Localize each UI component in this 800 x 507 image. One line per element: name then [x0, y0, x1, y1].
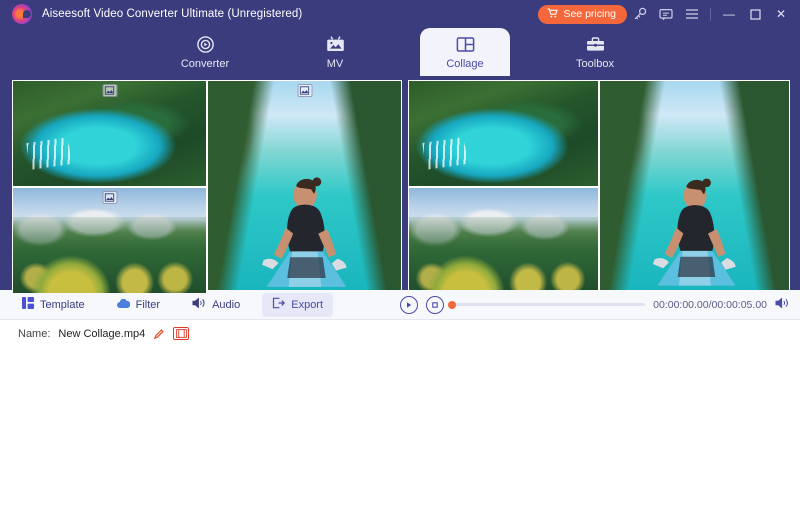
preview-lagoon-cell	[409, 81, 598, 186]
tool-tab-filter-label: Filter	[136, 299, 160, 311]
titlebar-controls: See pricing —	[538, 0, 800, 28]
close-button[interactable]: ✕	[768, 0, 794, 28]
cliffs-boat-cell[interactable]	[208, 81, 401, 293]
filter-icon	[117, 298, 130, 312]
tool-tab-export[interactable]: Export	[262, 293, 333, 317]
playhead-marker[interactable]	[448, 301, 456, 309]
hamburger-menu-icon[interactable]	[679, 0, 705, 28]
preview-cell-grid	[408, 80, 790, 294]
pencil-edit-icon[interactable]	[153, 328, 165, 340]
collage-workspace	[0, 76, 800, 290]
export-panel: Name: New Collage.mp4 Format: MP4	[0, 320, 800, 507]
preview-lagoon-image	[409, 81, 598, 186]
collage-icon	[455, 34, 476, 55]
name-label: Name:	[18, 328, 50, 340]
maximize-button[interactable]	[742, 0, 768, 28]
stop-button[interactable]	[426, 296, 444, 314]
tab-collage-label: Collage	[446, 58, 483, 70]
collage-preview	[408, 80, 790, 294]
main-nav: Converter MV Collage	[0, 28, 800, 76]
see-pricing-label: See pricing	[563, 8, 616, 20]
output-name-row: Name: New Collage.mp4	[0, 320, 800, 345]
preview-hills-image	[409, 188, 598, 293]
play-button[interactable]	[400, 296, 418, 314]
lagoon-cell[interactable]	[13, 81, 206, 186]
film-strip-icon[interactable]	[173, 327, 189, 340]
cart-icon	[547, 8, 558, 21]
preview-hills-cell	[409, 188, 598, 293]
tab-collage[interactable]: Collage	[420, 28, 510, 76]
feedback-icon[interactable]	[653, 0, 679, 28]
minimize-button[interactable]: —	[716, 0, 742, 28]
timeline-scrubber[interactable]	[452, 303, 645, 306]
preview-boat-image	[600, 81, 789, 293]
titlebar-divider	[710, 8, 711, 21]
name-value: New Collage.mp4	[58, 328, 145, 340]
editor-cell-grid	[12, 80, 402, 294]
replace-image-icon[interactable]	[297, 84, 312, 97]
tool-tab-audio[interactable]: Audio	[182, 293, 250, 317]
title-bar: Aiseesoft Video Converter Ultimate (Unre…	[0, 0, 800, 28]
boat-image	[208, 81, 401, 293]
app-title: Aiseesoft Video Converter Ultimate (Unre…	[42, 8, 302, 20]
converter-icon	[195, 34, 216, 55]
see-pricing-button[interactable]: See pricing	[538, 5, 627, 24]
tab-toolbox-label: Toolbox	[576, 58, 614, 70]
replace-image-icon[interactable]	[102, 191, 117, 204]
tool-tab-template-label: Template	[40, 299, 85, 311]
tool-tab-filter[interactable]: Filter	[107, 293, 170, 317]
chocolate-hills-cell[interactable]	[13, 188, 206, 293]
template-icon	[22, 297, 34, 312]
tab-mv[interactable]: MV	[290, 28, 380, 76]
editor-toolbar: Template Filter Audio	[0, 290, 800, 320]
tab-converter[interactable]: Converter	[160, 28, 250, 76]
preview-boat-cell	[600, 81, 789, 293]
boat-figure	[260, 162, 349, 293]
audio-icon	[192, 297, 206, 312]
tool-tab-audio-label: Audio	[212, 299, 240, 311]
replace-image-icon[interactable]	[102, 84, 117, 97]
timecode-display: 00:00:00.00/00:00:05.00	[653, 299, 767, 311]
export-icon	[272, 297, 285, 312]
tool-tab-template[interactable]: Template	[12, 293, 95, 317]
tab-mv-label: MV	[327, 58, 344, 70]
tool-tab-export-label: Export	[291, 299, 323, 311]
preview-boat-figure	[651, 162, 738, 293]
tab-converter-label: Converter	[181, 58, 229, 70]
aiseesoft-logo	[12, 4, 32, 24]
app-window: Aiseesoft Video Converter Ultimate (Unre…	[0, 0, 800, 507]
playback-controls: 00:00:00.00/00:00:05.00	[400, 296, 800, 314]
key-icon[interactable]	[627, 0, 653, 28]
tab-toolbox[interactable]: Toolbox	[550, 28, 640, 76]
mv-icon	[325, 34, 346, 55]
volume-icon[interactable]	[775, 296, 790, 314]
collage-editor[interactable]	[12, 80, 402, 294]
toolbox-icon	[585, 34, 606, 55]
